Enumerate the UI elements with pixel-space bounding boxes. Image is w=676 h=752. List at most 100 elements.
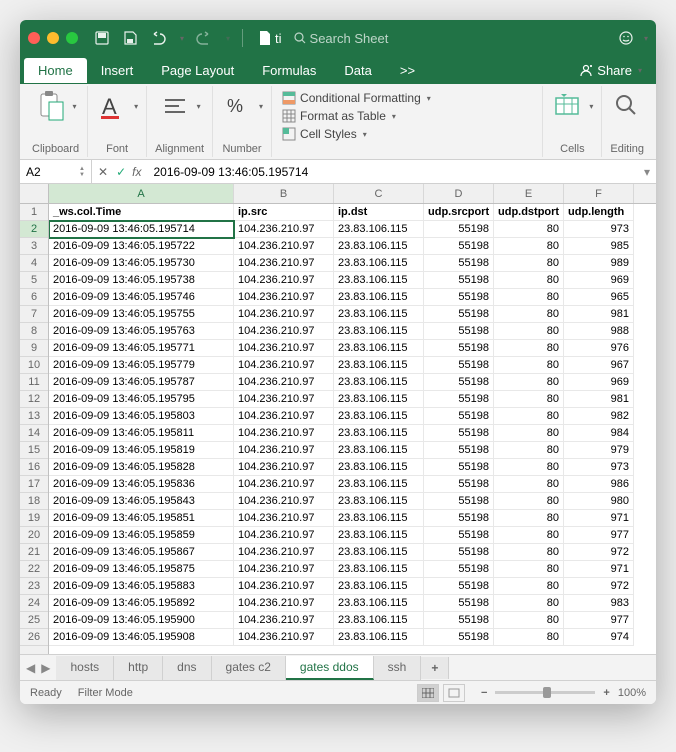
cell[interactable]: 967 — [564, 357, 634, 374]
accept-formula-icon[interactable]: ✓ — [116, 165, 126, 179]
cell[interactable]: 104.236.210.97 — [234, 442, 334, 459]
cell[interactable]: 80 — [494, 272, 564, 289]
zoom-in-button[interactable]: + — [603, 687, 609, 699]
cell[interactable]: 2016-09-09 13:46:05.195730 — [49, 255, 234, 272]
column-header-E[interactable]: E — [494, 184, 564, 203]
cell[interactable]: 104.236.210.97 — [234, 323, 334, 340]
cell[interactable]: 55198 — [424, 595, 494, 612]
cell[interactable]: 80 — [494, 323, 564, 340]
cell[interactable]: 2016-09-09 13:46:05.195763 — [49, 323, 234, 340]
cell[interactable]: 2016-09-09 13:46:05.195883 — [49, 578, 234, 595]
cell[interactable]: 2016-09-09 13:46:05.195867 — [49, 544, 234, 561]
formula-input[interactable]: 2016-09-09 13:46:05.195714 — [147, 165, 638, 179]
cell[interactable]: 55198 — [424, 629, 494, 646]
cell[interactable]: 23.83.106.115 — [334, 425, 424, 442]
cell[interactable]: 983 — [564, 595, 634, 612]
row-header[interactable]: 1 — [20, 204, 48, 221]
cancel-formula-icon[interactable]: ✕ — [98, 165, 108, 179]
close-button[interactable] — [28, 32, 40, 44]
cell[interactable]: 2016-09-09 13:46:05.195892 — [49, 595, 234, 612]
cell[interactable]: 55198 — [424, 374, 494, 391]
cell[interactable]: 2016-09-09 13:46:05.195771 — [49, 340, 234, 357]
row-header[interactable]: 21 — [20, 544, 48, 561]
row-header[interactable]: 26 — [20, 629, 48, 646]
cell[interactable]: 55198 — [424, 476, 494, 493]
cell[interactable]: 23.83.106.115 — [334, 510, 424, 527]
cell[interactable]: 55198 — [424, 289, 494, 306]
cell[interactable]: 104.236.210.97 — [234, 595, 334, 612]
cell[interactable]: 55198 — [424, 391, 494, 408]
view-page-layout-button[interactable] — [443, 684, 465, 702]
cell[interactable]: 80 — [494, 374, 564, 391]
sheet-tab-http[interactable]: http — [114, 656, 163, 680]
cell[interactable]: 55198 — [424, 561, 494, 578]
cells-area[interactable]: _ws.col.Timeip.srcip.dstudp.srcportudp.d… — [49, 204, 656, 646]
cell[interactable]: 974 — [564, 629, 634, 646]
cell[interactable]: 23.83.106.115 — [334, 391, 424, 408]
cell[interactable]: 80 — [494, 238, 564, 255]
cell[interactable]: 2016-09-09 13:46:05.195908 — [49, 629, 234, 646]
row-header[interactable]: 11 — [20, 374, 48, 391]
cell[interactable]: 104.236.210.97 — [234, 544, 334, 561]
cell[interactable]: 55198 — [424, 527, 494, 544]
row-header[interactable]: 20 — [20, 527, 48, 544]
cell[interactable]: 55198 — [424, 221, 494, 238]
row-header[interactable]: 4 — [20, 255, 48, 272]
cell[interactable]: 80 — [494, 527, 564, 544]
cell[interactable]: 23.83.106.115 — [334, 595, 424, 612]
sheet-tab-gates-c2[interactable]: gates c2 — [212, 656, 286, 680]
cells-caret[interactable]: ▾ — [589, 102, 593, 111]
cell[interactable]: 23.83.106.115 — [334, 289, 424, 306]
cell[interactable]: 80 — [494, 442, 564, 459]
cell[interactable]: 973 — [564, 459, 634, 476]
smiley-icon[interactable] — [618, 30, 634, 46]
zoom-level[interactable]: 100% — [618, 687, 646, 699]
cell[interactable]: 80 — [494, 476, 564, 493]
cell[interactable]: 977 — [564, 612, 634, 629]
column-header-C[interactable]: C — [334, 184, 424, 203]
cell[interactable]: 979 — [564, 442, 634, 459]
number-button[interactable]: % — [221, 90, 253, 122]
row-header[interactable]: 10 — [20, 357, 48, 374]
cell[interactable]: 23.83.106.115 — [334, 238, 424, 255]
cell-styles-button[interactable]: Cell Styles▾ — [280, 126, 433, 142]
cell[interactable]: 104.236.210.97 — [234, 425, 334, 442]
cell[interactable]: 55198 — [424, 493, 494, 510]
cell[interactable]: 80 — [494, 221, 564, 238]
autosave-icon[interactable] — [94, 30, 110, 46]
cell[interactable]: 55198 — [424, 306, 494, 323]
column-header-D[interactable]: D — [424, 184, 494, 203]
alignment-button[interactable] — [159, 90, 191, 122]
cell[interactable]: 55198 — [424, 238, 494, 255]
cell[interactable]: 104.236.210.97 — [234, 629, 334, 646]
zoom-slider[interactable] — [495, 691, 595, 694]
cell[interactable]: 2016-09-09 13:46:05.195803 — [49, 408, 234, 425]
row-header[interactable]: 14 — [20, 425, 48, 442]
tab-insert[interactable]: Insert — [87, 58, 148, 83]
cell[interactable]: 80 — [494, 544, 564, 561]
cell[interactable]: 2016-09-09 13:46:05.195819 — [49, 442, 234, 459]
select-all-corner[interactable] — [20, 184, 48, 204]
paste-caret[interactable]: ▾ — [73, 102, 77, 111]
cell[interactable]: 976 — [564, 340, 634, 357]
cell[interactable]: 23.83.106.115 — [334, 561, 424, 578]
cell[interactable]: 980 — [564, 493, 634, 510]
cell[interactable]: 988 — [564, 323, 634, 340]
sheet-tab-ssh[interactable]: ssh — [374, 656, 422, 680]
cell[interactable]: 55198 — [424, 442, 494, 459]
number-caret[interactable]: ▾ — [259, 102, 263, 111]
cell[interactable]: 2016-09-09 13:46:05.195851 — [49, 510, 234, 527]
font-button[interactable]: A — [96, 90, 128, 122]
cell[interactable]: 2016-09-09 13:46:05.195843 — [49, 493, 234, 510]
row-header[interactable]: 19 — [20, 510, 48, 527]
cell[interactable]: 23.83.106.115 — [334, 408, 424, 425]
cell[interactable]: 80 — [494, 578, 564, 595]
minimize-button[interactable] — [47, 32, 59, 44]
add-sheet-button[interactable]: + — [421, 657, 449, 679]
cell[interactable]: 55198 — [424, 408, 494, 425]
row-header[interactable]: 9 — [20, 340, 48, 357]
row-header[interactable]: 13 — [20, 408, 48, 425]
save-icon[interactable] — [122, 30, 138, 46]
cell[interactable]: 985 — [564, 238, 634, 255]
cell[interactable]: 965 — [564, 289, 634, 306]
